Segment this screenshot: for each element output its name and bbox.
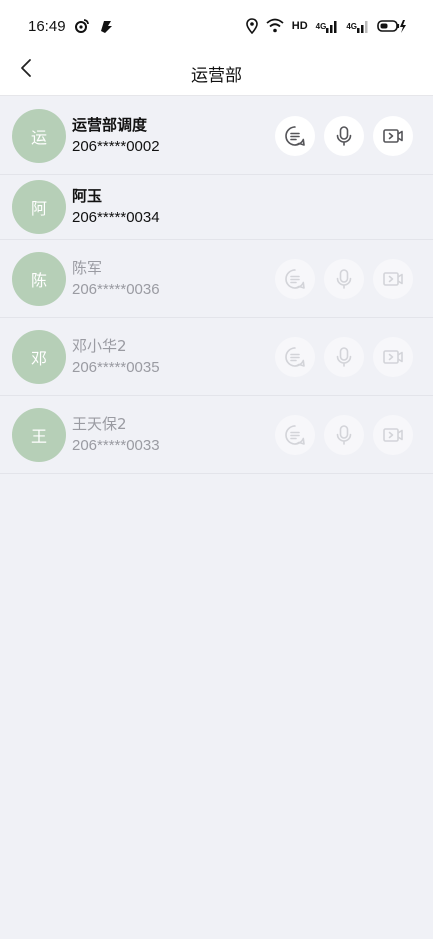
video-call-button[interactable] [373,115,413,156]
video-call-button[interactable] [373,258,413,299]
video-call-icon [382,346,404,368]
header: 运营部 [0,52,433,96]
contact-row[interactable]: 邓 邓小华2 206*****0035 [0,318,433,396]
chevron-left-icon [19,58,33,82]
notification-icon [98,18,114,34]
contact-row[interactable]: 阿 阿玉 206*****0034 [0,175,433,240]
back-button[interactable] [12,56,40,84]
status-time: 16:49 [28,17,66,35]
contact-phone: 206*****0033 [72,436,160,454]
contact-actions [275,336,413,377]
contact-actions [275,258,413,299]
contact-info: 邓小华2 206*****0035 [72,337,160,377]
message-icon [284,125,306,147]
avatar: 阿 [12,180,66,234]
avatar: 邓 [12,329,66,384]
signal-icon-2: 4G [346,18,369,34]
voice-call-button[interactable] [324,258,364,299]
contact-name: 王天保2 [72,414,127,433]
voice-call-button[interactable] [324,336,364,377]
voice-call-button[interactable] [324,414,364,455]
contact-info: 运营部调度 206*****0002 [72,116,160,156]
wifi-icon [266,18,284,34]
network-label: HD [291,20,308,32]
avatar: 王 [12,407,66,462]
contact-name: 阿玉 [72,187,103,205]
avatar: 陈 [12,251,66,306]
contact-row[interactable]: 运 运营部调度 206*****0002 [0,97,433,175]
signal-label-2: 4G [346,21,357,31]
contact-phone: 206*****0034 [72,209,160,226]
message-button[interactable] [275,115,315,156]
message-button[interactable] [275,258,315,299]
status-bar: 16:49 HD 4G 4G [0,0,433,52]
contact-phone: 206*****0035 [72,358,160,376]
status-right: HD 4G 4G [245,18,407,34]
microphone-icon [333,268,355,290]
video-call-button[interactable] [373,414,413,455]
contact-row[interactable]: 王 王天保2 206*****0033 [0,396,433,474]
message-icon [284,268,306,290]
video-call-button[interactable] [373,336,413,377]
contact-name: 陈军 [72,258,103,277]
microphone-icon [333,125,355,147]
contact-info: 陈军 206*****0036 [72,259,160,299]
video-call-icon [382,268,404,290]
signal-icon: 4G [316,18,339,34]
contact-name: 运营部调度 [72,115,148,134]
contact-phone: 206*****0036 [72,280,160,298]
contact-info: 阿玉 206*****0034 [72,187,160,227]
contact-actions [275,414,413,455]
microphone-icon [333,424,355,446]
avatar: 运 [12,108,66,163]
signal-label-1: 4G [315,21,327,31]
status-left: 16:49 [28,18,114,35]
video-call-icon [382,125,404,147]
contact-phone: 206*****0002 [72,137,160,155]
contact-row[interactable]: 陈 陈军 206*****0036 [0,240,433,318]
message-icon [284,424,306,446]
video-call-icon [382,424,404,446]
contact-list: 运 运营部调度 206*****0002 阿 阿玉 206*****0034 陈… [0,97,433,474]
battery-charging-icon [377,18,407,34]
contact-actions [275,115,413,156]
location-icon [245,18,258,34]
weibo-icon [74,18,90,34]
contact-info: 王天保2 206*****0033 [72,415,160,455]
message-icon [284,346,306,368]
message-button[interactable] [275,414,315,455]
microphone-icon [333,346,355,368]
voice-call-button[interactable] [324,115,364,156]
message-button[interactable] [275,336,315,377]
page-title: 运营部 [191,66,242,86]
contact-name: 邓小华2 [72,336,127,355]
